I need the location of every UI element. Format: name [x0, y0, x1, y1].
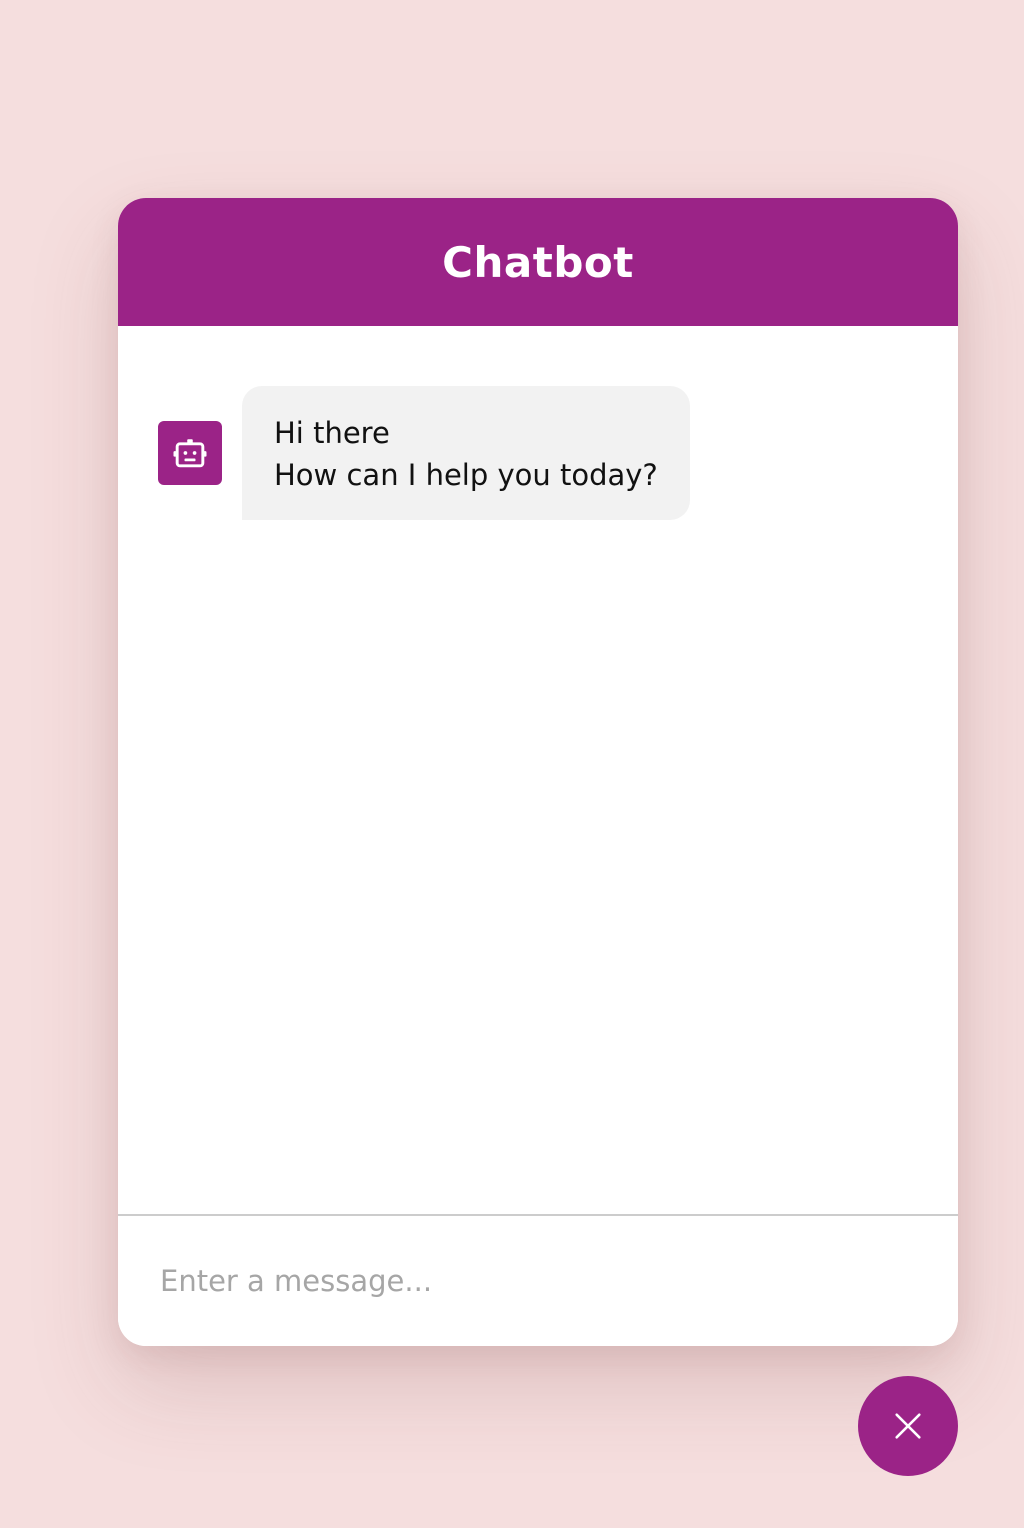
chat-window: Chatbot Hi there How can I help you toda… [118, 198, 958, 1346]
message-input[interactable] [158, 1259, 862, 1303]
chat-title: Chatbot [442, 237, 634, 287]
chat-header: Chatbot [118, 198, 958, 326]
chat-input-area [118, 1214, 958, 1346]
message-bubble: Hi there How can I help you today? [242, 386, 690, 520]
chat-toggle-button[interactable] [858, 1376, 958, 1476]
close-icon [895, 1413, 921, 1439]
bot-message: Hi there How can I help you today? [158, 386, 690, 520]
chat-messages[interactable]: Hi there How can I help you today? [118, 326, 958, 1215]
robot-icon [158, 421, 222, 485]
